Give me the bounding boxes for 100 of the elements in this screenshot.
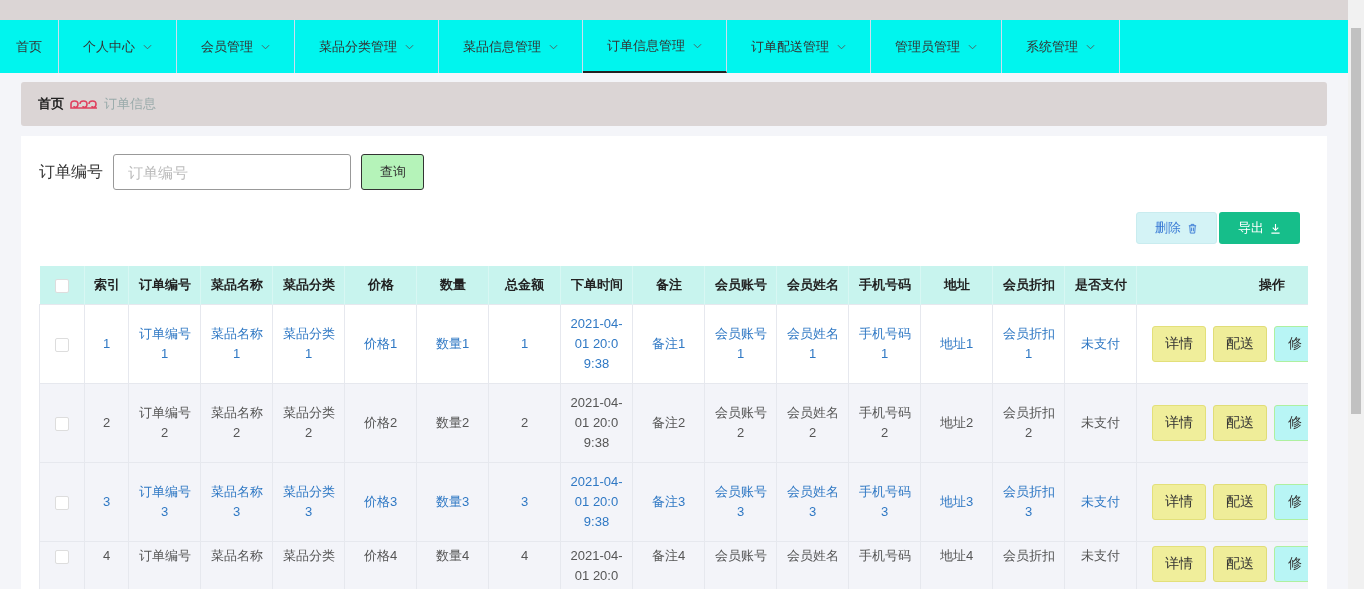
table-cell: 手机号码3	[858, 484, 911, 519]
download-icon	[1270, 222, 1281, 234]
deliver-button[interactable]: 配送	[1213, 326, 1267, 362]
table-cell: 未支付	[1081, 415, 1120, 430]
table-cell: 会员折扣3	[1002, 484, 1055, 519]
column-header: 地址	[943, 277, 970, 292]
select-all-checkbox[interactable]	[54, 278, 69, 293]
table-cell: 地址1	[939, 336, 974, 351]
nav-menu-item[interactable]: 首页	[0, 20, 59, 73]
table-cell: 未支付	[1081, 548, 1120, 563]
column-header: 会员姓名	[786, 277, 839, 292]
table-cell: 菜品分类2	[282, 405, 335, 440]
column-header: 订单编号	[138, 277, 191, 292]
nav-menu-item[interactable]: 订单配送管理	[727, 20, 871, 73]
table-row[interactable]: 3 订单编号3 菜品名称3 菜品分类3 价格3 数量3 3 2021-04-01 20:09:38 备注3 会员账号3 会员姓名3 手机号码3 地址3 会员折扣3 未支付 详情 配送 修	[39, 462, 1308, 542]
table-cell: 会员姓名	[786, 548, 839, 563]
breadcrumb-home-link[interactable]: 首页	[38, 95, 64, 113]
column-header: 数量	[439, 277, 466, 292]
table-cell: 2	[520, 415, 529, 430]
column-header: 菜品分类	[282, 277, 335, 292]
chevron-down-icon	[405, 43, 414, 50]
row-checkbox[interactable]	[55, 549, 69, 564]
nav-menu-item[interactable]: 菜品信息管理	[439, 20, 583, 73]
nav-menu-item[interactable]: 管理员管理	[871, 20, 1002, 73]
table-cell: 1	[102, 336, 111, 351]
table-cell: 订单编号3	[138, 484, 191, 519]
column-header: 手机号码	[858, 277, 911, 292]
scrollbar-thumb[interactable]	[1351, 28, 1361, 414]
query-button[interactable]: 查询	[361, 154, 424, 190]
table-cell: 订单编号	[138, 548, 191, 563]
table-cell: 订单编号2	[138, 405, 191, 440]
table-cell: 4	[102, 548, 111, 563]
table-cell: 菜品分类3	[282, 484, 335, 519]
chevron-down-icon	[693, 42, 702, 49]
table-cell: 会员账号	[714, 548, 767, 563]
table-cell: 地址4	[939, 548, 974, 563]
table-cell: 菜品名称2	[210, 405, 263, 440]
table-cell: 菜品名称	[210, 548, 263, 563]
breadcrumb-current: 订单信息	[104, 95, 156, 113]
table-cell: 2021-04-01 20:0	[570, 548, 623, 583]
nav-menu-item[interactable]: 个人中心	[59, 20, 177, 73]
table-cell: 备注3	[651, 494, 686, 509]
table-row[interactable]: 2 订单编号2 菜品名称2 菜品分类2 价格2 数量2 2 2021-04-01 20:09:38 备注2 会员账号2 会员姓名2 手机号码2 地址2 会员折扣2 未支付 详情 配送 修	[39, 383, 1308, 463]
table-cell: 2021-04-01 20:09:38	[570, 316, 623, 371]
nav-menu-item[interactable]: 菜品分类管理	[295, 20, 439, 73]
scrollbar[interactable]	[1348, 0, 1364, 589]
table-row[interactable]: 1 订单编号1 菜品名称1 菜品分类1 价格1 数量1 1 2021-04-01 20:09:38 备注1 会员账号1 会员姓名1 手机号码1 地址1 会员折扣1 未支付 详情 配送 修	[39, 304, 1308, 384]
table-cell: 数量1	[435, 336, 470, 351]
table-cell: 数量4	[435, 548, 470, 563]
table-cell: 会员姓名2	[786, 405, 839, 440]
table-cell: 会员折扣1	[1002, 326, 1055, 361]
order-number-field[interactable]: 订单编号	[113, 154, 351, 190]
table-cell: 2	[102, 415, 111, 430]
deliver-button[interactable]: 配送	[1213, 484, 1267, 520]
column-header: 是否支付	[1074, 277, 1127, 292]
table-cell: 菜品名称3	[210, 484, 263, 519]
row-checkbox[interactable]	[55, 416, 69, 431]
row-checkbox[interactable]	[55, 495, 69, 510]
table-cell: 3	[520, 494, 529, 509]
detail-button[interactable]: 详情	[1152, 326, 1206, 362]
chevron-down-icon	[1086, 43, 1095, 50]
edit-button[interactable]: 修	[1274, 326, 1308, 362]
squiggle-separator-icon	[70, 99, 98, 109]
table-cell: 数量3	[435, 494, 470, 509]
trash-icon	[1187, 222, 1198, 234]
deliver-button[interactable]: 配送	[1213, 546, 1267, 582]
table-cell: 2021-04-01 20:09:38	[570, 474, 623, 529]
detail-button[interactable]: 详情	[1152, 405, 1206, 441]
chevron-down-icon	[549, 43, 558, 50]
deliver-button[interactable]: 配送	[1213, 405, 1267, 441]
delete-button[interactable]: 删除	[1136, 212, 1217, 244]
column-header: 备注	[655, 277, 682, 292]
column-header: 总金额	[505, 277, 544, 292]
table-cell: 订单编号1	[138, 326, 191, 361]
table-cell: 菜品分类1	[282, 326, 335, 361]
table-cell: 备注2	[651, 415, 686, 430]
detail-button[interactable]: 详情	[1152, 484, 1206, 520]
edit-button[interactable]: 修	[1274, 405, 1308, 441]
table-cell: 地址2	[939, 415, 974, 430]
column-header: 菜品名称	[210, 277, 263, 292]
edit-button[interactable]: 修	[1274, 546, 1308, 582]
nav-menu-item[interactable]: 订单信息管理	[583, 20, 727, 73]
table-row[interactable]: 4 订单编号 菜品名称 菜品分类 价格4 数量4 4 2021-04-01 20:0 备注4 会员账号 会员姓名 手机号码 地址4 会员折扣 未支付 详情 配送 修	[39, 541, 1308, 589]
table-cell: 未支付	[1081, 494, 1120, 509]
nav-menu-item[interactable]: 会员管理	[177, 20, 295, 73]
column-header: 索引	[93, 277, 120, 292]
column-header: 下单时间	[570, 277, 623, 292]
chevron-down-icon	[837, 43, 846, 50]
detail-button[interactable]: 详情	[1152, 546, 1206, 582]
table-cell: 会员折扣	[1002, 548, 1055, 563]
nav-menu-item[interactable]: 系统管理	[1002, 20, 1120, 73]
table-cell: 1	[520, 336, 529, 351]
row-checkbox[interactable]	[55, 337, 69, 352]
chevron-down-icon	[143, 43, 152, 50]
column-header: 价格	[367, 277, 394, 292]
table-cell: 备注4	[651, 548, 686, 563]
column-header: 会员账号	[714, 277, 767, 292]
table-cell: 菜品名称1	[210, 326, 263, 361]
edit-button[interactable]: 修	[1274, 484, 1308, 520]
table-cell: 价格1	[363, 336, 398, 351]
